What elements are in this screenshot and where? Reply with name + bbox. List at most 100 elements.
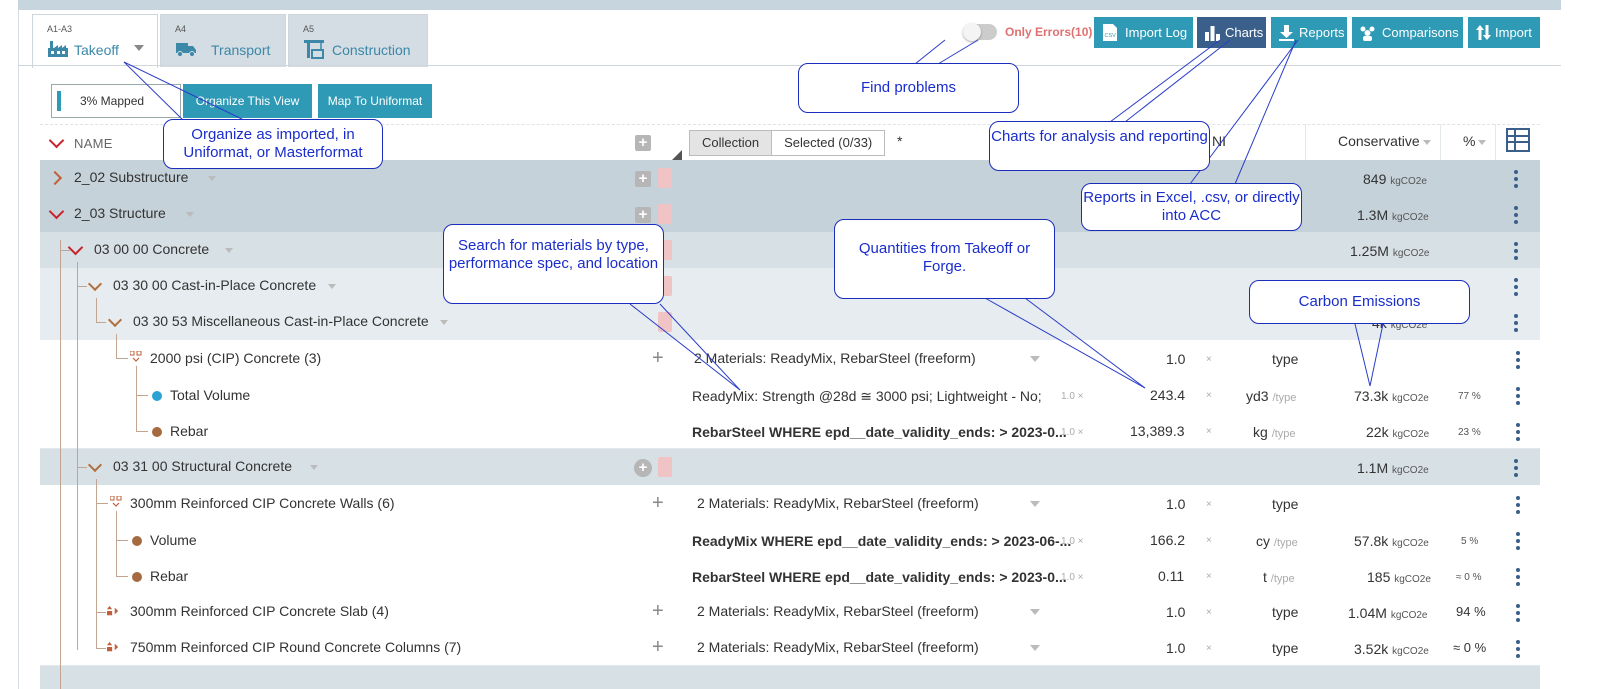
conservative-header[interactable]: Conservative xyxy=(1338,133,1431,149)
chevron-down-icon[interactable] xyxy=(208,176,216,181)
trash-icon[interactable] xyxy=(658,204,672,224)
unit[interactable]: type xyxy=(1272,604,1298,620)
table-row[interactable] xyxy=(40,232,1540,269)
quantity[interactable]: 0.11 xyxy=(1158,568,1184,584)
tab-takeoff[interactable]: A1-A3 Takeoff xyxy=(32,14,158,68)
percent-header[interactable]: % xyxy=(1463,133,1487,149)
trash-icon[interactable] xyxy=(658,457,672,477)
chevron-down-icon[interactable] xyxy=(440,320,448,325)
more-icon[interactable] xyxy=(1516,568,1520,589)
chevron-down-icon[interactable] xyxy=(1030,645,1040,651)
material-select[interactable]: 2 Materials: ReadyMix, RebarSteel (freef… xyxy=(697,603,979,619)
material-select[interactable]: 2 Materials: ReadyMix, RebarSteel (freef… xyxy=(697,495,979,511)
quantity[interactable]: 243.4 xyxy=(1150,387,1185,403)
material-dot-icon xyxy=(132,536,142,546)
chevron-down-icon xyxy=(1422,139,1431,145)
quantity[interactable]: 1.0 xyxy=(1166,604,1185,620)
tab-label: Takeoff xyxy=(74,42,119,58)
quantity[interactable]: 1.0 xyxy=(1166,351,1185,367)
row-name: Rebar xyxy=(150,568,189,584)
add-circle-icon[interactable]: + xyxy=(634,459,652,477)
tab-transport[interactable]: A4 Transport xyxy=(160,14,286,67)
tree-line xyxy=(136,395,148,396)
more-icon[interactable] xyxy=(1514,206,1518,227)
trash-icon[interactable] xyxy=(658,312,672,332)
chevron-down-icon[interactable] xyxy=(134,45,144,51)
mapped-label: 3% Mapped xyxy=(80,94,145,108)
material-filter[interactable]: ReadyMix: Strength @28d ≅ 3000 psi; Ligh… xyxy=(692,388,1042,405)
chevron-down-icon[interactable] xyxy=(328,284,336,289)
table-row[interactable] xyxy=(40,196,1540,233)
more-icon[interactable] xyxy=(1514,278,1518,299)
resize-handle-icon[interactable] xyxy=(672,150,682,160)
more-icon[interactable] xyxy=(1516,387,1520,408)
unit[interactable]: t /type xyxy=(1263,569,1295,585)
map-uniformat-button[interactable]: Map To Uniformat xyxy=(318,84,432,118)
unit[interactable]: yd3 /type xyxy=(1246,388,1296,404)
row-name: 2_03 Structure xyxy=(74,205,166,221)
add-item-icon[interactable]: + xyxy=(652,637,664,657)
material-select[interactable]: 2 Materials: ReadyMix, RebarSteel (freef… xyxy=(694,350,976,366)
more-icon[interactable] xyxy=(1514,459,1518,480)
unit[interactable]: kg /type xyxy=(1253,424,1296,440)
add-item-icon[interactable]: + xyxy=(652,348,664,368)
chevron-down-icon[interactable] xyxy=(1030,356,1040,362)
quantity[interactable]: 1.0 xyxy=(1166,640,1185,656)
organize-view-button[interactable]: Organize This View xyxy=(183,84,312,118)
assembly-icon xyxy=(130,351,142,362)
unit[interactable]: cy /type xyxy=(1256,533,1298,549)
trash-icon[interactable] xyxy=(658,168,672,188)
chevron-down-icon[interactable] xyxy=(310,465,318,470)
unit[interactable]: type xyxy=(1272,496,1298,512)
chevron-down-icon[interactable] xyxy=(1030,609,1040,615)
name-column-header[interactable]: NAME xyxy=(74,136,113,151)
more-icon[interactable] xyxy=(1516,496,1520,517)
collection-selector[interactable]: Collection Selected (0/33) xyxy=(689,130,886,156)
only-errors-toggle[interactable] xyxy=(963,23,997,41)
quantity[interactable]: 166.2 xyxy=(1150,532,1185,548)
add-item-icon[interactable]: + xyxy=(652,601,664,621)
material-dot-icon xyxy=(132,572,142,582)
more-icon[interactable] xyxy=(1514,314,1518,335)
tree-line xyxy=(96,648,106,649)
more-icon[interactable] xyxy=(1516,604,1520,625)
material-filter[interactable]: ReadyMix WHERE epd__date_validity_ends: … xyxy=(692,533,1071,549)
more-icon[interactable] xyxy=(1514,242,1518,263)
add-item-icon[interactable]: + xyxy=(652,493,664,513)
top-band xyxy=(18,0,1561,10)
column-settings-icon[interactable] xyxy=(1506,128,1530,152)
import-button[interactable]: Import xyxy=(1468,17,1540,48)
collection-tab[interactable]: Collection xyxy=(690,131,772,155)
add-item-icon[interactable]: + xyxy=(635,207,651,223)
chevron-down-icon[interactable] xyxy=(186,212,194,217)
material-dot-icon xyxy=(152,427,162,437)
bar-chart-icon xyxy=(1205,26,1220,41)
quantity[interactable]: 1.0 xyxy=(1166,496,1185,512)
import-log-button[interactable]: CSV Import Log xyxy=(1094,17,1193,48)
add-group-icon[interactable]: + xyxy=(635,135,651,151)
more-icon[interactable] xyxy=(1516,532,1520,553)
more-icon[interactable] xyxy=(1516,351,1520,372)
chevron-down-icon[interactable] xyxy=(225,248,233,253)
more-icon[interactable] xyxy=(1516,423,1520,444)
unit[interactable]: type xyxy=(1272,351,1298,367)
quantity[interactable]: 13,389.3 xyxy=(1130,423,1185,439)
chevron-down-icon[interactable] xyxy=(1030,501,1040,507)
unit[interactable]: type xyxy=(1272,640,1298,656)
more-icon[interactable] xyxy=(1514,170,1518,191)
tab-construction[interactable]: A5 Construction xyxy=(288,14,428,67)
comparisons-button[interactable]: Comparisons xyxy=(1352,17,1463,48)
more-icon[interactable] xyxy=(1516,640,1520,661)
material-filter[interactable]: RebarSteel WHERE epd__date_validity_ends… xyxy=(692,424,1067,440)
reports-button[interactable]: Reports xyxy=(1271,17,1347,48)
material-filter[interactable]: RebarSteel WHERE epd__date_validity_ends… xyxy=(692,569,1067,585)
toggle-knob xyxy=(963,23,981,41)
table-row[interactable] xyxy=(40,666,1540,689)
add-item-icon[interactable]: + xyxy=(635,171,651,187)
charts-button[interactable]: Charts xyxy=(1197,17,1266,48)
material-select[interactable]: 2 Materials: ReadyMix, RebarSteel (freef… xyxy=(697,639,979,655)
tree-line xyxy=(77,262,78,650)
times-sign: × xyxy=(1206,390,1212,401)
row-percent: 94 % xyxy=(1456,604,1486,619)
selected-tab[interactable]: Selected (0/33) xyxy=(771,131,885,155)
